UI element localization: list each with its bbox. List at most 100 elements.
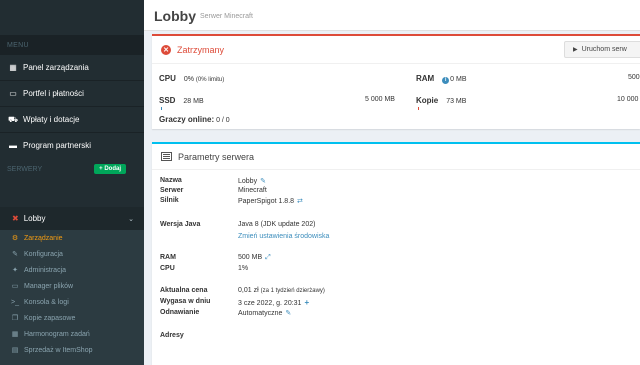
backups-max: 10 000 bbox=[617, 96, 639, 103]
expires-group: 3 cze 2022, g. 20:31 + bbox=[238, 298, 309, 307]
players-stat: Graczy online: 0 / 0 bbox=[159, 115, 230, 124]
start-button-label: Uruchom serw bbox=[581, 46, 627, 53]
ssd-usage-bar bbox=[161, 107, 162, 110]
briefcase-icon: ▬ bbox=[9, 141, 17, 150]
renewal-value: Automatyczne bbox=[238, 310, 283, 317]
engine-value: PaperSpigot 1.8.8 bbox=[238, 198, 295, 205]
name-value: Lobby bbox=[238, 178, 258, 185]
calendar-icon: ▦ bbox=[11, 331, 19, 338]
shop-icon: ▤ bbox=[11, 347, 19, 354]
submenu-label: Konfiguracja bbox=[24, 250, 63, 258]
price-value: 0,01 zł bbox=[238, 287, 259, 294]
addresses-label: Adresy bbox=[160, 332, 184, 339]
backups-usage-bar bbox=[418, 107, 419, 110]
sidebar-item-label: Portfel i płatności bbox=[23, 89, 84, 98]
ssd-stat: SSD 28 MB bbox=[159, 96, 204, 105]
submenu-label: Kopie zapasowe bbox=[24, 314, 76, 322]
backups-stat: Kopie 73 MB bbox=[416, 96, 466, 105]
server-item-lobby[interactable]: ✖ Lobby ⌄ bbox=[0, 207, 144, 230]
submenu-item-files[interactable]: ▭ Manager plików bbox=[0, 278, 144, 294]
ram-max: 500 bbox=[628, 74, 640, 81]
terminal-icon: >_ bbox=[11, 298, 19, 306]
ram-value: 0 MB bbox=[450, 76, 467, 83]
info-icon: i bbox=[442, 77, 450, 84]
ram-param-label: RAM bbox=[160, 254, 176, 261]
cpu-label: CPU bbox=[159, 74, 176, 83]
expand-icon[interactable]: ⤢ bbox=[265, 254, 271, 261]
submenu-label: Manager plików bbox=[24, 282, 74, 290]
ssd-max: 5 000 MB bbox=[365, 96, 395, 103]
ssd-value: 28 MB bbox=[183, 98, 204, 105]
submenu-label: Sprzedaż w ItemShop bbox=[24, 346, 93, 354]
params-title: Parametry serwera bbox=[178, 151, 255, 162]
sidebar-top bbox=[0, 0, 144, 35]
expires-value: 3 cze 2022, g. 20:31 bbox=[238, 300, 302, 307]
name-label: Nazwa bbox=[160, 177, 182, 184]
price-group: 0,01 zł (za 1 tydzień dzierżawy) bbox=[238, 287, 325, 294]
servers-label: SERWERY bbox=[7, 165, 43, 173]
name-value-group: Lobby ✎ bbox=[238, 177, 266, 185]
ram-label: RAM bbox=[416, 74, 435, 83]
submenu-label: Konsola & logi bbox=[24, 298, 69, 306]
ram-param-group: 500 MB ⤢ bbox=[238, 254, 271, 262]
sidebar-item-partner[interactable]: ▬ Program partnerski bbox=[0, 133, 144, 158]
server-status: Zatrzymany bbox=[177, 44, 225, 55]
ram-param-value: 500 MB bbox=[238, 254, 263, 261]
submenu-label: Harmonogram zadań bbox=[24, 330, 90, 338]
change-engine-icon[interactable]: ⇄ bbox=[297, 198, 303, 205]
submenu-label: Zarządzanie bbox=[24, 234, 63, 242]
stopped-icon: ✕ bbox=[161, 44, 171, 55]
dashboard-icon: ▦ bbox=[9, 63, 17, 72]
edit-renewal-icon[interactable]: ✎ bbox=[285, 310, 291, 317]
cpu-param-value: 1% bbox=[238, 265, 249, 272]
submenu-item-admin[interactable]: ✦ Administracja bbox=[0, 262, 144, 278]
params-header: Parametry serwera bbox=[152, 144, 640, 170]
server-params-box: Parametry serwera Nazwa Lobby ✎ Serwer Mi… bbox=[152, 142, 640, 365]
sidebar-item-dashboard[interactable]: ▦ Panel zarządzania bbox=[0, 55, 144, 80]
page-title: Lobby bbox=[154, 8, 196, 24]
engine-label: Silnik bbox=[160, 197, 179, 204]
chevron-down-icon[interactable]: ⌄ bbox=[128, 215, 134, 223]
cpu-stat: CPU 0% (0% limitu) bbox=[159, 74, 224, 83]
java-settings-link[interactable]: Zmień ustawienia środowiska bbox=[238, 233, 329, 240]
submenu-item-itemshop[interactable]: ▤ Sprzedaż w ItemShop bbox=[0, 342, 144, 358]
page-subtitle: Serwer Minecraft bbox=[200, 13, 253, 20]
add-server-button[interactable]: + Dodaj bbox=[94, 164, 126, 174]
status-box: ✕ Zatrzymany ▶ Uruchom serw CPU 0% (0% l… bbox=[152, 34, 640, 129]
server-status-icon: ✖ bbox=[12, 214, 19, 223]
submenu-item-config[interactable]: ✎ Konfiguracja bbox=[0, 246, 144, 262]
price-label: Aktualna cena bbox=[160, 287, 208, 294]
star-icon: ✦ bbox=[12, 267, 18, 274]
cpu-limit: (0% limitu) bbox=[195, 77, 225, 83]
edit-name-icon[interactable]: ✎ bbox=[260, 178, 266, 185]
sidebar-item-label: Wpłaty i dotacje bbox=[23, 115, 80, 124]
java-value: Java 8 (JDK update 202) bbox=[238, 221, 316, 228]
submenu-label: Administracja bbox=[24, 266, 67, 274]
sidebar-item-wallet[interactable]: ▭ Portfel i płatności bbox=[0, 81, 144, 106]
engine-value-group: PaperSpigot 1.8.8 ⇄ bbox=[238, 197, 303, 205]
sidebar-item-payments[interactable]: ⛟ Wpłaty i dotacje bbox=[0, 107, 144, 132]
page-header: Lobby Serwer Minecraft bbox=[144, 0, 640, 31]
submenu-item-manage[interactable]: ⚙ Zarządzanie bbox=[0, 230, 144, 246]
server-label: Serwer bbox=[160, 187, 184, 194]
menu-header: MENU bbox=[0, 35, 144, 55]
players-label: Graczy online: bbox=[159, 115, 215, 124]
backups-value: 73 MB bbox=[446, 98, 467, 105]
submenu-item-backups[interactable]: ❐ Kopie zapasowe bbox=[0, 310, 144, 326]
java-label: Wersja Java bbox=[160, 221, 201, 228]
cpu-value: 0% bbox=[183, 76, 194, 83]
server-value: Minecraft bbox=[238, 187, 267, 194]
sidebar-item-label: Program partnerski bbox=[23, 141, 92, 150]
server-name: Lobby bbox=[23, 214, 46, 223]
submenu-item-console[interactable]: >_ Konsola & logi bbox=[0, 294, 144, 310]
start-server-button[interactable]: ▶ Uruchom serw bbox=[564, 41, 640, 58]
extend-plus-icon[interactable]: + bbox=[304, 298, 309, 307]
gears-icon: ⚙ bbox=[11, 235, 19, 242]
submenu-item-schedule[interactable]: ▦ Harmonogram zadań bbox=[0, 326, 144, 342]
expires-label: Wygasa w dniu bbox=[160, 298, 211, 305]
backups-label: Kopie bbox=[416, 96, 439, 105]
wallet-icon: ▭ bbox=[9, 89, 17, 98]
list-icon bbox=[161, 152, 172, 161]
cart-icon: ⛟ bbox=[7, 114, 19, 124]
renewal-group: Automatyczne ✎ bbox=[238, 309, 291, 317]
